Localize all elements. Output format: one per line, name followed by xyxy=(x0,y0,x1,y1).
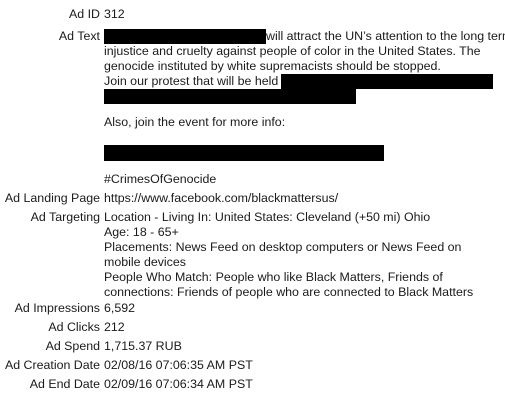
redaction-bar xyxy=(104,89,356,104)
targeting-label: Ad Targeting xyxy=(30,210,100,224)
spend-label: Ad Spend xyxy=(45,339,100,353)
ad-text-line-5 xyxy=(104,89,500,104)
impressions-value: 6,592 xyxy=(104,301,136,315)
impressions-label: Ad Impressions xyxy=(14,301,100,315)
end-date-value: 02/09/16 07:06:34 AM PST xyxy=(104,377,253,391)
targeting-age: Age: 18 - 65+ xyxy=(104,225,179,239)
redaction-bar xyxy=(281,74,494,89)
redaction-bar xyxy=(104,145,384,161)
redaction-bar xyxy=(104,29,266,44)
ad-text-line-7: Also, join the event for more info: xyxy=(104,115,286,129)
ad-text-line-1: will attract the UN’s attention to the l… xyxy=(104,29,505,44)
spend-value: 1,715.37 RUB xyxy=(104,339,182,353)
landing-page-label: Ad Landing Page xyxy=(4,191,100,205)
landing-page-url: https://www.facebook.com/blackmattersus/ xyxy=(104,191,339,205)
ad-text-label: Ad Text xyxy=(58,29,100,43)
hashtag: #CrimesOfGenocide xyxy=(104,172,217,186)
targeting-placements: Placements: News Feed on desktop compute… xyxy=(104,240,462,269)
ad-text-value: will attract the UN’s attention to the l… xyxy=(104,29,505,104)
targeting-people: People Who Match: People who like Black … xyxy=(104,270,474,299)
clicks-label: Ad Clicks xyxy=(48,320,100,334)
creation-date-label: Ad Creation Date xyxy=(4,358,100,372)
ad-text-line-3: genocide instituted by white supremacist… xyxy=(104,59,441,73)
creation-date-value: 02/08/16 07:06:35 AM PST xyxy=(104,358,253,372)
targeting-value: Location - Living In: United States: Cle… xyxy=(104,210,500,300)
ad-text-line-1-text: will attract the UN’s attention to the l… xyxy=(266,29,505,43)
ad-text-line-4: Join our protest that will be held xyxy=(104,74,500,89)
ad-id-label: Ad ID xyxy=(69,7,100,21)
targeting-location: Location - Living In: United States: Cle… xyxy=(104,210,431,224)
ad-id-value: 312 xyxy=(104,7,125,21)
end-date-label: Ad End Date xyxy=(29,377,100,391)
ad-text-line-4-text: Join our protest that will be held xyxy=(104,74,279,88)
clicks-value: 212 xyxy=(104,320,125,334)
ad-text-line-2: injustice and cruelty against people of … xyxy=(104,44,481,58)
